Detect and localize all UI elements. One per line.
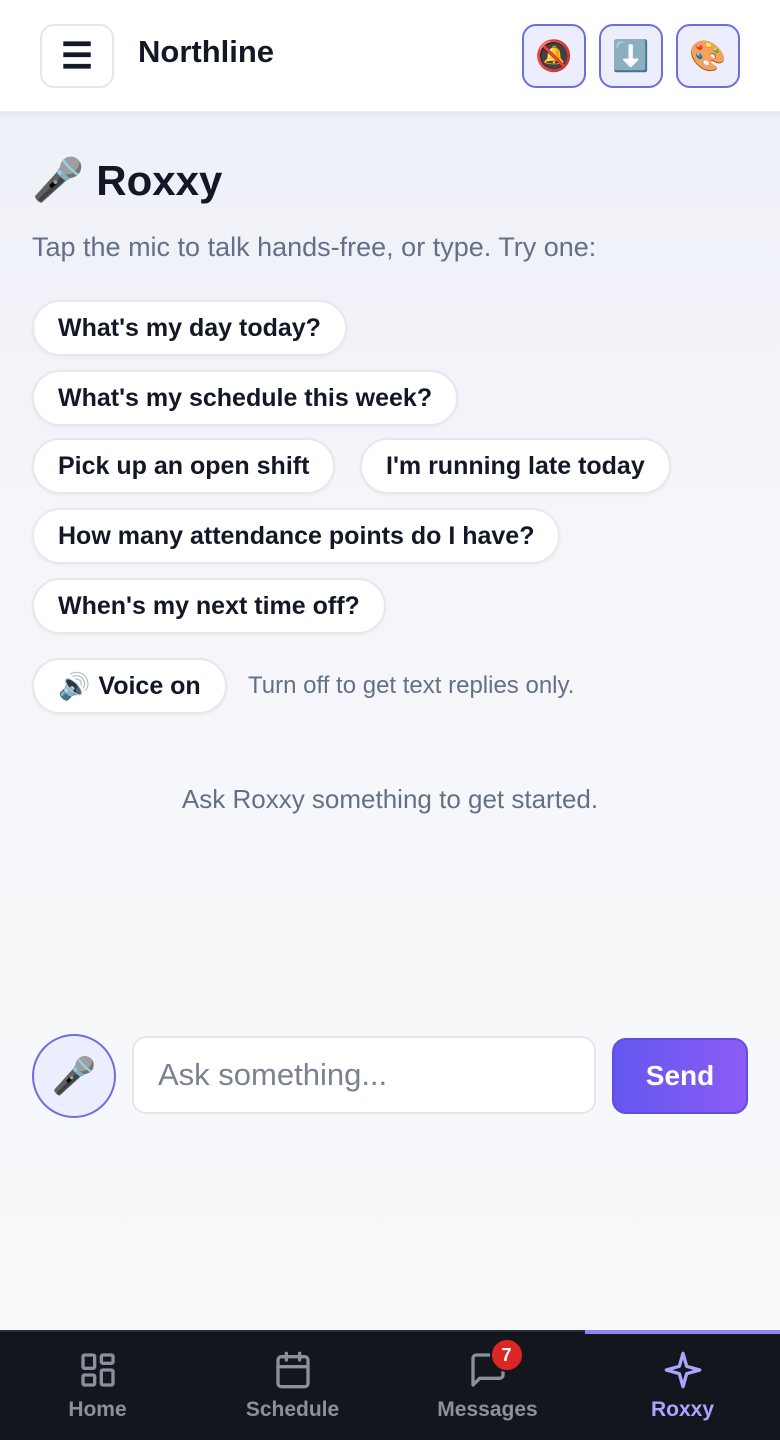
mute-notifications-button[interactable]: 🔕 [522, 24, 586, 88]
top-app-bar: ☰ Northline 🔕 ⬇️ 🎨 [0, 0, 780, 112]
suggestion-chip-attendance-points[interactable]: How many attendance points do I have? [32, 508, 561, 564]
app-title: Northline [138, 34, 275, 69]
suggestion-chip-next-time-off[interactable]: When's my next time off? [32, 578, 386, 634]
messages-unread-badge: 7 [489, 1338, 524, 1372]
nav-label-roxxy: Roxxy [650, 1398, 715, 1421]
voice-toggle-label: Voice on [98, 671, 201, 700]
calendar-icon [275, 1351, 310, 1389]
empty-state-message: Ask Roxxy something to get started. [181, 784, 599, 814]
hamburger-menu-icon: ☰ [60, 35, 94, 76]
download-button[interactable]: ⬇️ [599, 24, 663, 88]
download-arrow-icon: ⬇️ [612, 39, 650, 73]
bottom-navigation: Home Schedule 7 Messages Roxxy [0, 1330, 780, 1440]
nav-label-schedule: Schedule [245, 1398, 340, 1421]
theme-button[interactable]: 🎨 [676, 24, 740, 88]
send-button[interactable]: Send [612, 1038, 748, 1114]
page-title-text: Roxxy [96, 156, 223, 204]
suggestion-chip-day-today[interactable]: What's my day today? [32, 300, 347, 356]
app-root: ☰ Northline 🔕 ⬇️ 🎨 🎤 Roxxy Tap the mic t… [0, 0, 780, 1440]
nav-item-home[interactable]: Home [0, 1332, 195, 1440]
grid-icon [80, 1353, 115, 1387]
suggestion-chip-open-shift[interactable]: Pick up an open shift [32, 438, 336, 494]
voice-hint-text: Turn off to get text replies only. [248, 672, 575, 699]
bell-off-icon: 🔕 [535, 39, 573, 73]
nav-item-messages[interactable]: 7 Messages [390, 1332, 585, 1440]
microphone-icon: 🎤 [51, 1055, 97, 1096]
palette-icon: 🎨 [689, 39, 727, 73]
nav-label-messages: Messages [437, 1398, 538, 1421]
assistant-panel: 🎤 Roxxy Tap the mic to talk hands-free, … [0, 112, 780, 1330]
assistant-subtitle: Tap the mic to talk hands-free, or type.… [32, 232, 597, 262]
page-title: 🎤 Roxxy [32, 156, 222, 205]
sparkle-icon [664, 1351, 701, 1389]
suggestion-chip-schedule-week[interactable]: What's my schedule this week? [32, 370, 459, 426]
speaker-icon: 🔊 [58, 670, 91, 701]
voice-toggle-button[interactable]: 🔊 Voice on [32, 658, 227, 714]
menu-button[interactable]: ☰ [40, 24, 114, 88]
microphone-icon: 🎤 [32, 156, 85, 203]
nav-item-schedule[interactable]: Schedule [195, 1332, 390, 1440]
nav-label-home: Home [68, 1398, 127, 1421]
ask-input[interactable] [132, 1036, 596, 1114]
suggestion-chip-running-late[interactable]: I'm running late today [360, 438, 671, 494]
voice-input-button[interactable]: 🎤 [32, 1034, 116, 1118]
nav-item-roxxy[interactable]: Roxxy [585, 1330, 780, 1440]
